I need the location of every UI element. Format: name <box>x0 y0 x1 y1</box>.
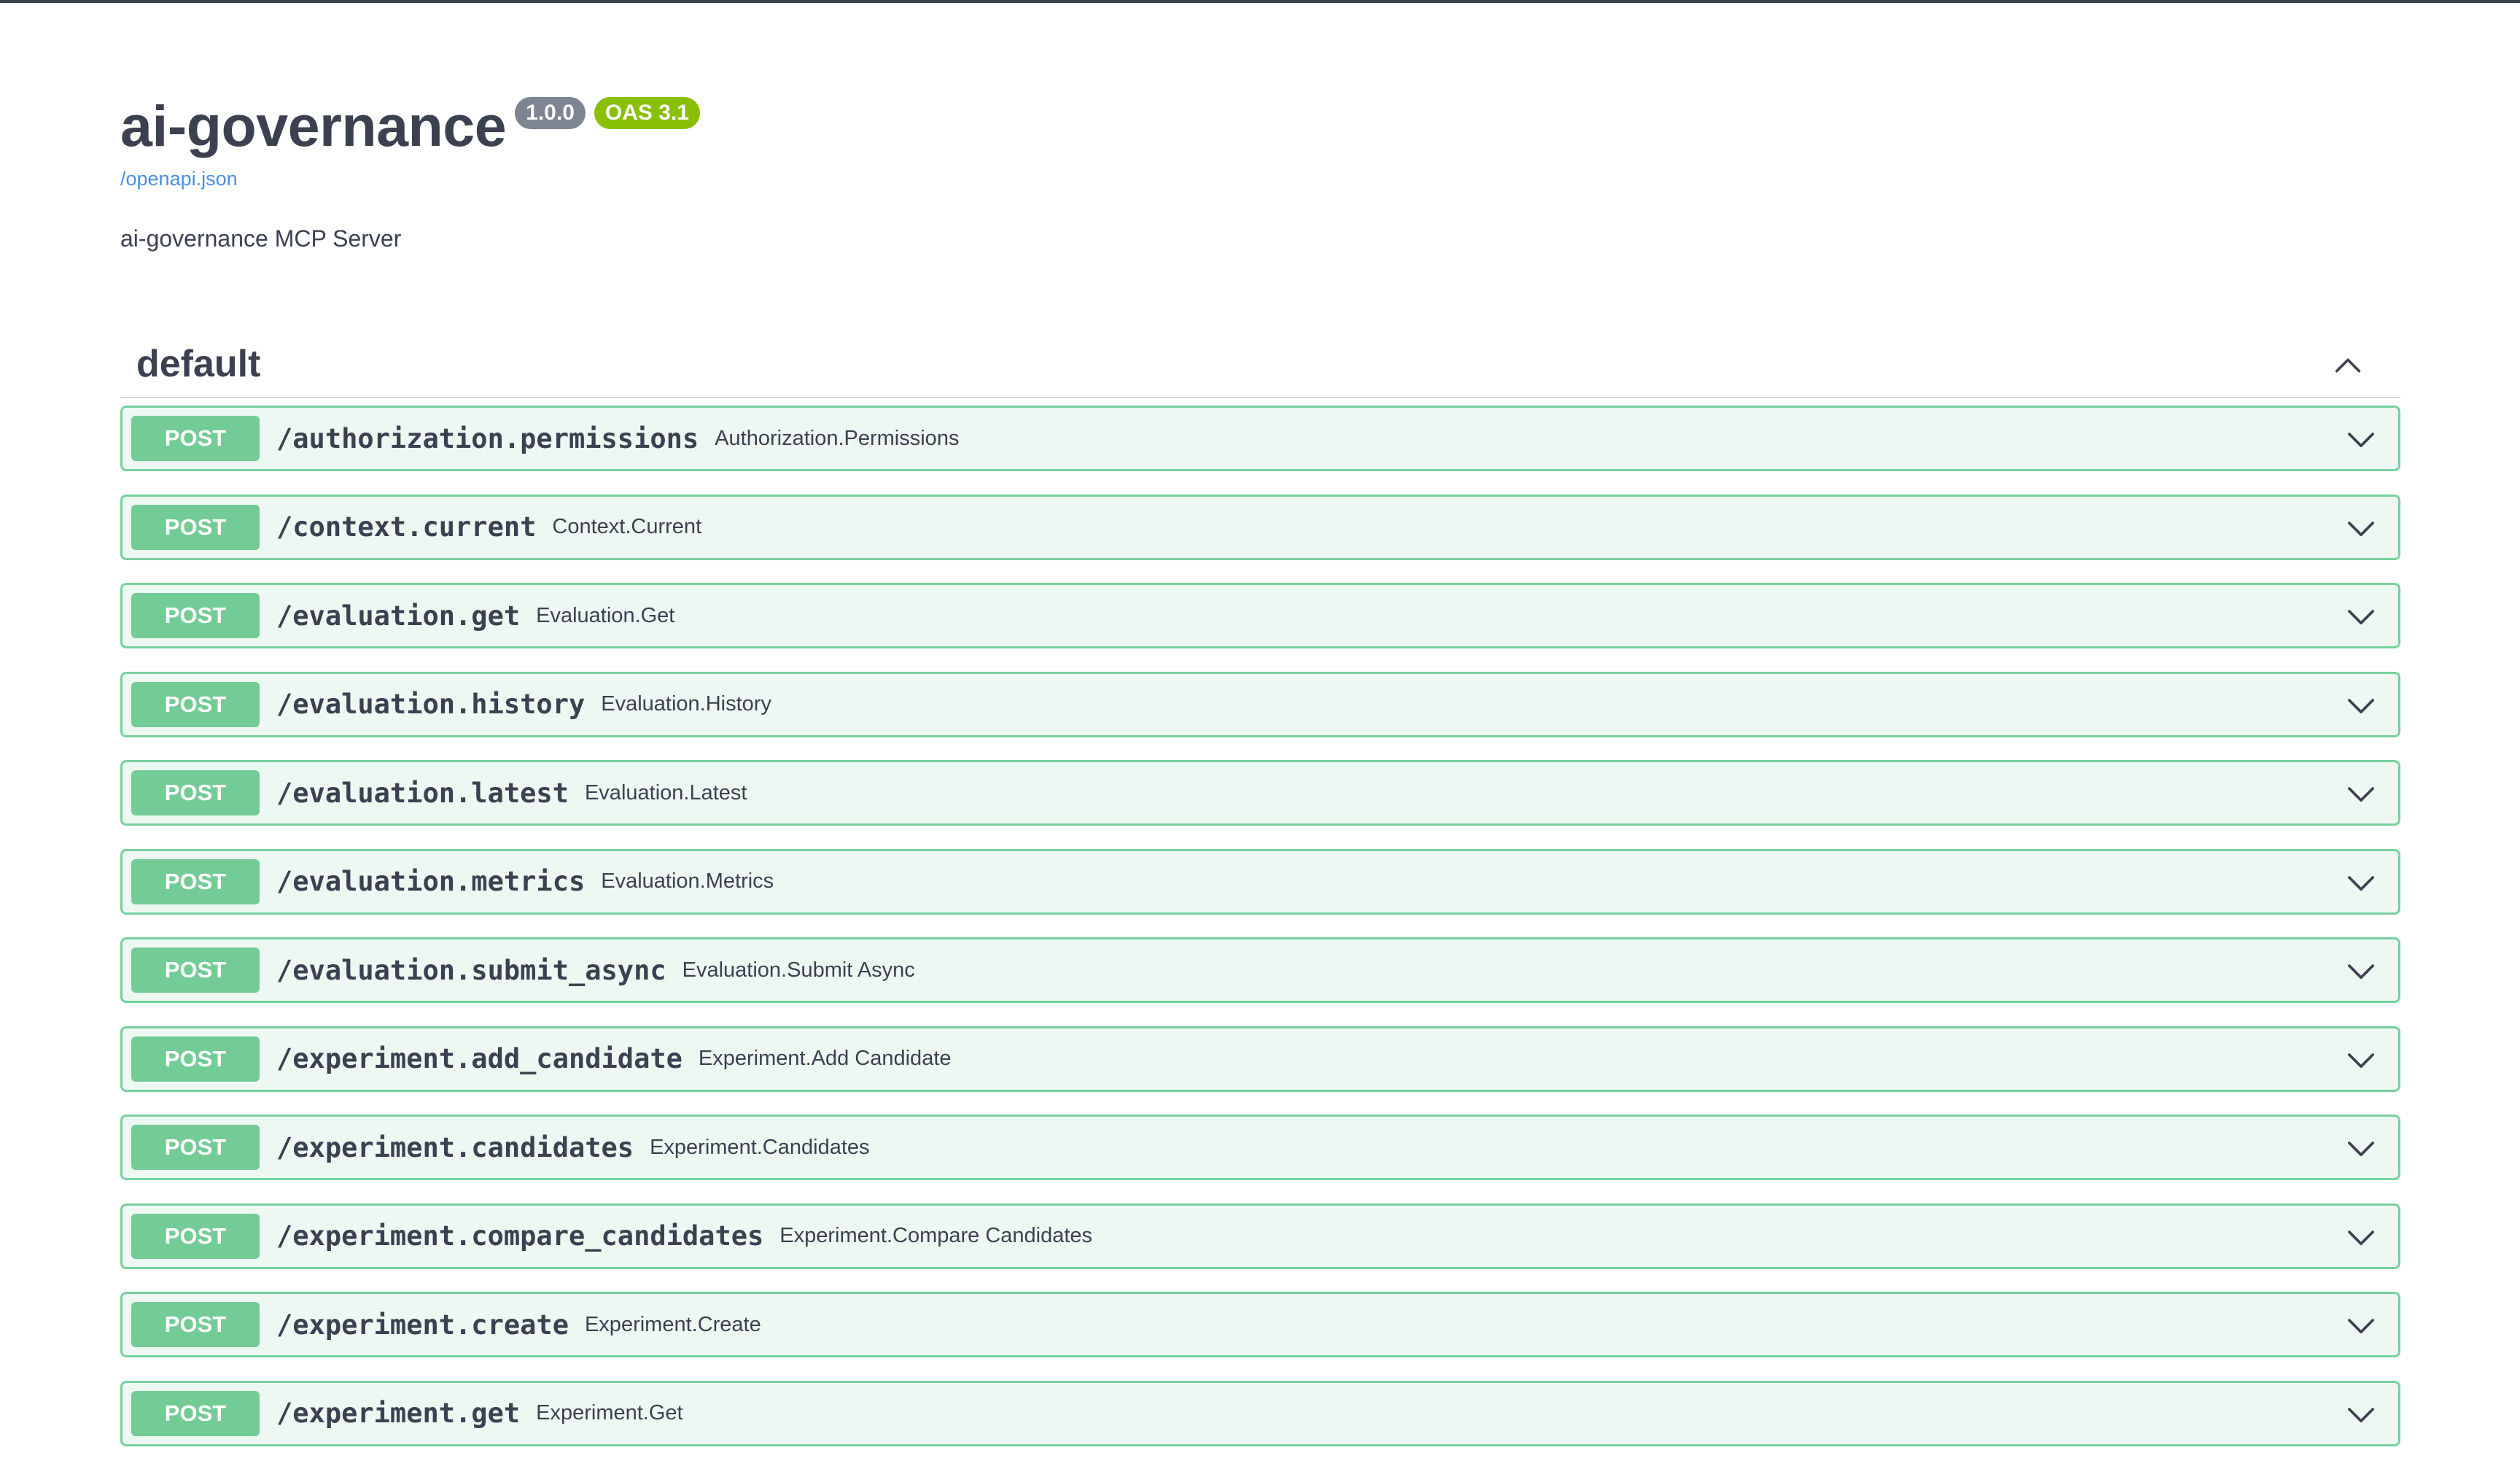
operation-row[interactable]: POST/experiment.get Experiment.Get <box>120 1380 2400 1446</box>
operation-row[interactable]: POST/evaluation.latest Evaluation.Latest <box>120 760 2400 826</box>
operation-summary: Evaluation.Latest <box>584 780 747 805</box>
chevron-down-icon[interactable] <box>2344 1398 2378 1431</box>
title-row: ai-governance 1.0.0 OAS 3.1 <box>120 93 2400 159</box>
method-badge: POST <box>131 1125 260 1170</box>
method-badge: POST <box>131 416 260 461</box>
operation-path: /evaluation.history <box>276 689 586 720</box>
operation-row[interactable]: POST/evaluation.get Evaluation.Get <box>120 583 2400 648</box>
chevron-down-icon[interactable] <box>2344 689 2378 722</box>
operation-path: /experiment.get <box>276 1398 521 1429</box>
api-info: ai-governance 1.0.0 OAS 3.1 /openapi.jso… <box>120 93 2400 252</box>
operation-path: /experiment.compare_candidates <box>276 1220 764 1252</box>
operation-path: /evaluation.get <box>276 600 521 632</box>
operation-summary: Evaluation.Submit Async <box>682 958 915 982</box>
operation-summary: Experiment.Add Candidate <box>698 1047 952 1070</box>
openapi-json-link[interactable]: /openapi.json <box>120 168 2400 190</box>
chevron-down-icon[interactable] <box>2344 1220 2378 1254</box>
operation-summary: Authorization.Permissions <box>715 426 960 450</box>
chevron-down-icon[interactable] <box>2344 1043 2378 1077</box>
chevron-down-icon[interactable] <box>2344 777 2378 810</box>
chevron-up-icon[interactable] <box>2332 349 2364 381</box>
chevron-down-icon[interactable] <box>2344 866 2378 899</box>
chevron-down-icon[interactable] <box>2344 1309 2378 1342</box>
operation-row[interactable]: POST/experiment.candidates Experiment.Can… <box>120 1115 2400 1180</box>
operation-summary: Evaluation.Get <box>536 603 675 627</box>
operation-summary: Evaluation.Metrics <box>601 869 774 893</box>
operation-row[interactable]: POST/evaluation.metrics Evaluation.Metric… <box>120 848 2400 915</box>
tag-section-default: default POST/authorization.permissions Au… <box>120 331 2400 1446</box>
chevron-down-icon[interactable] <box>2344 600 2378 633</box>
method-badge: POST <box>131 681 260 727</box>
method-badge: POST <box>131 504 260 550</box>
method-badge: POST <box>131 858 260 904</box>
chevron-down-icon[interactable] <box>2344 511 2378 545</box>
operation-path: /evaluation.metrics <box>276 866 586 897</box>
api-title: ai-governance <box>120 93 507 158</box>
operation-row[interactable]: POST/evaluation.submit_async Evaluation.S… <box>120 937 2400 1003</box>
method-badge: POST <box>131 1302 260 1347</box>
operation-row[interactable]: POST/experiment.add_candidate Experiment.… <box>120 1026 2400 1092</box>
section-title: default <box>136 343 261 385</box>
operation-path: /experiment.add_candidate <box>276 1043 682 1074</box>
operation-summary: Context.Current <box>552 515 702 538</box>
method-badge: POST <box>131 770 260 815</box>
operation-summary: Experiment.Get <box>536 1401 683 1425</box>
operation-row[interactable]: POST/context.current Context.Current <box>120 494 2400 560</box>
method-badge: POST <box>131 1390 260 1436</box>
operation-path: /evaluation.submit_async <box>276 954 666 986</box>
method-badge: POST <box>131 593 260 638</box>
operation-row[interactable]: POST/evaluation.history Evaluation.Histor… <box>120 671 2400 737</box>
operation-path: /experiment.candidates <box>276 1131 634 1163</box>
operation-path: /authorization.permissions <box>276 422 699 454</box>
operation-row[interactable]: POST/experiment.compare_candidates Experi… <box>120 1203 2400 1269</box>
api-description: ai-governance MCP Server <box>120 225 402 252</box>
operation-summary: Experiment.Create <box>584 1312 761 1336</box>
method-badge: POST <box>131 1213 260 1259</box>
method-badge: POST <box>131 947 260 993</box>
oas-badge: OAS 3.1 <box>594 97 700 129</box>
swagger-ui-wrapper: ai-governance 1.0.0 OAS 3.1 /openapi.jso… <box>120 0 2400 1469</box>
operation-summary: Evaluation.History <box>601 692 771 716</box>
operation-row[interactable]: POST/authorization.permissions Authorizat… <box>120 406 2400 471</box>
operation-path: /evaluation.latest <box>276 777 569 809</box>
operation-path: /context.current <box>276 511 537 543</box>
operation-summary: Experiment.Candidates <box>650 1135 870 1159</box>
method-badge: POST <box>131 1036 260 1082</box>
operations-list: POST/authorization.permissions Authorizat… <box>120 406 2400 1446</box>
chevron-down-icon[interactable] <box>2344 954 2378 988</box>
section-header[interactable]: default <box>120 331 2400 398</box>
operation-row[interactable]: POST/experiment.create Experiment.Create <box>120 1292 2400 1357</box>
chevron-down-icon[interactable] <box>2344 1131 2378 1165</box>
version-badge: 1.0.0 <box>515 97 586 129</box>
operation-path: /experiment.create <box>276 1309 569 1341</box>
chevron-down-icon[interactable] <box>2344 422 2378 456</box>
operation-summary: Experiment.Compare Candidates <box>779 1224 1093 1247</box>
